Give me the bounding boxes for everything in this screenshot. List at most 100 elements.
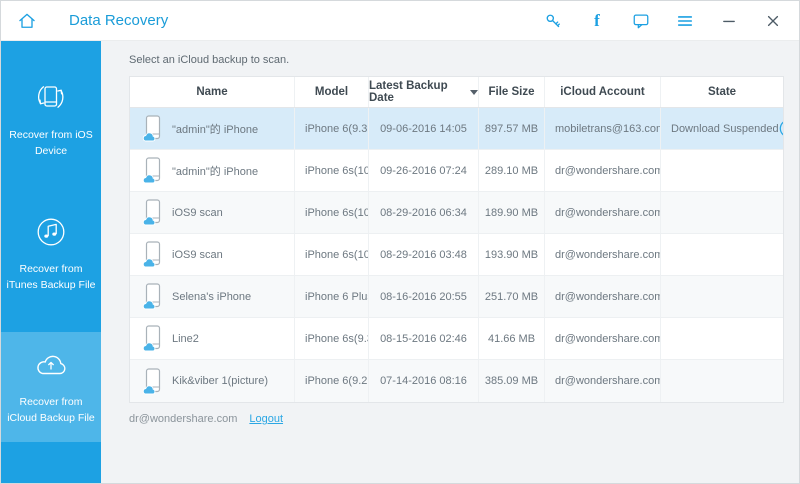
- logged-in-account: dr@wondershare.com: [129, 413, 238, 425]
- column-header-label: Model: [314, 86, 349, 98]
- state-text: Download Suspended: [671, 122, 779, 135]
- close-icon[interactable]: [763, 11, 783, 31]
- backup-table: Name Model Latest Backup Date File Size iClo…: [129, 76, 784, 403]
- model-cell: iPhone 6 Plus(...: [295, 276, 369, 317]
- date-cell: 08-29-2016 03:48: [369, 234, 479, 275]
- main-panel: Select an iCloud backup to scan. Name Mod…: [101, 41, 799, 483]
- date-cell: 08-15-2016 02:46: [369, 318, 479, 359]
- account-cell: dr@wondershare.com: [545, 192, 661, 233]
- model-cell: iPhone 6(9.2.1): [295, 360, 369, 402]
- backup-name: iOS9 scan: [172, 248, 223, 261]
- name-cell: Line2: [130, 318, 295, 359]
- home-icon[interactable]: [17, 11, 37, 31]
- backup-row[interactable]: Selena's iPhone iPhone 6 Plus(...08-16-20…: [130, 276, 783, 318]
- resume-download-icon[interactable]: [779, 119, 783, 138]
- model-cell: iPhone 6s(10.0): [295, 192, 369, 233]
- sidebar-item-label: Recover from iTunes Backup File: [6, 262, 96, 291]
- device-cloud-icon: [142, 241, 163, 268]
- instruction-text: Select an iCloud backup to scan.: [129, 54, 290, 66]
- device-cloud-icon: [142, 283, 163, 310]
- column-header-model[interactable]: Model: [295, 77, 369, 107]
- state-cell: [661, 192, 783, 233]
- page-title: Data Recovery: [69, 12, 169, 29]
- size-cell: 897.57 MB: [479, 108, 545, 149]
- backup-row[interactable]: "admin"的 iPhone iPhone 6s(10...09-26-2016…: [130, 150, 783, 192]
- backup-row[interactable]: iOS9 scan iPhone 6s(10.0)08-29-2016 03:48…: [130, 234, 783, 276]
- sidebar-item-recover-itunes-backup[interactable]: Recover from iTunes Backup File: [1, 199, 101, 309]
- date-cell: 08-29-2016 06:34: [369, 192, 479, 233]
- date-cell: 09-06-2016 14:05: [369, 108, 479, 149]
- backup-row[interactable]: iOS9 scan iPhone 6s(10.0)08-29-2016 06:34…: [130, 192, 783, 234]
- sidebar-item-recover-icloud-backup[interactable]: Recover from iCloud Backup File: [1, 332, 101, 442]
- name-cell: Selena's iPhone: [130, 276, 295, 317]
- size-cell: 41.66 MB: [479, 318, 545, 359]
- name-cell: Kik&viber 1(picture): [130, 360, 295, 402]
- key-icon[interactable]: [543, 11, 563, 31]
- feedback-icon[interactable]: [631, 11, 651, 31]
- device-cloud-icon: [142, 115, 163, 142]
- name-cell: iOS9 scan: [130, 234, 295, 275]
- sidebar-item-recover-ios-device[interactable]: Recover from iOS Device: [1, 65, 101, 175]
- minimize-icon[interactable]: [719, 11, 739, 31]
- date-cell: 09-26-2016 07:24: [369, 150, 479, 191]
- device-cloud-icon: [142, 199, 163, 226]
- device-cloud-icon: [142, 157, 163, 184]
- account-cell: dr@wondershare.com: [545, 234, 661, 275]
- sort-desc-icon: [470, 89, 478, 95]
- ios-device-recover-icon: [33, 80, 69, 116]
- sidebar: Recover from iOS Device Recover from iTu…: [1, 41, 101, 483]
- state-cell: [661, 318, 783, 359]
- column-header-latest-backup-date[interactable]: Latest Backup Date: [369, 77, 479, 107]
- backup-row[interactable]: "admin"的 iPhone iPhone 6(9.3.4)09-06-2016…: [130, 108, 783, 150]
- size-cell: 289.10 MB: [479, 150, 545, 191]
- backup-name: iOS9 scan: [172, 206, 223, 219]
- column-header-state[interactable]: State: [661, 77, 783, 107]
- table-header-row: Name Model Latest Backup Date File Size iClo…: [130, 77, 783, 108]
- column-header-name[interactable]: Name: [130, 77, 295, 107]
- app-window: Data Recovery f Recover from iOS Device …: [0, 0, 800, 484]
- state-cell: [661, 150, 783, 191]
- column-header-label: iCloud Account: [560, 86, 645, 98]
- device-cloud-icon: [142, 367, 163, 395]
- column-header-label: Name: [196, 86, 228, 98]
- column-header-label: File Size: [488, 86, 535, 98]
- icloud-backup-recover-icon: [33, 347, 69, 383]
- column-header-icloud-account[interactable]: iCloud Account: [545, 77, 661, 107]
- menu-icon[interactable]: [675, 11, 695, 31]
- account-cell: dr@wondershare.com: [545, 276, 661, 317]
- name-cell: "admin"的 iPhone: [130, 150, 295, 191]
- backup-name: Line2: [172, 332, 199, 345]
- size-cell: 385.09 MB: [479, 360, 545, 402]
- state-cell: [661, 276, 783, 317]
- account-cell: dr@wondershare.com: [545, 360, 661, 402]
- backup-name: Selena's iPhone: [172, 290, 252, 303]
- itunes-backup-recover-icon: [33, 214, 69, 250]
- date-cell: 07-14-2016 08:16: [369, 360, 479, 402]
- column-header-file-size[interactable]: File Size: [479, 77, 545, 107]
- size-cell: 189.90 MB: [479, 192, 545, 233]
- logout-link[interactable]: Logout: [249, 413, 283, 425]
- model-cell: iPhone 6s(9.3.1): [295, 318, 369, 359]
- sidebar-item-label: Recover from iOS Device: [9, 129, 93, 158]
- size-cell: 193.90 MB: [479, 234, 545, 275]
- name-cell: "admin"的 iPhone: [130, 108, 295, 149]
- model-cell: iPhone 6s(10.0): [295, 234, 369, 275]
- size-cell: 251.70 MB: [479, 276, 545, 317]
- backup-name: "admin"的 iPhone: [172, 123, 259, 136]
- state-cell: [661, 360, 783, 402]
- backup-name: "admin"的 iPhone: [172, 165, 259, 178]
- device-cloud-icon: [142, 325, 163, 352]
- state-cell: [661, 234, 783, 275]
- name-cell: iOS9 scan: [130, 192, 295, 233]
- column-header-label: Latest Backup Date: [369, 80, 448, 104]
- backup-row[interactable]: Line2 iPhone 6s(9.3.1)08-15-2016 02:4641.…: [130, 318, 783, 360]
- account-cell: dr@wondershare.com: [545, 318, 661, 359]
- state-cell: Download Suspended: [661, 108, 783, 149]
- date-cell: 08-16-2016 20:55: [369, 276, 479, 317]
- backup-row[interactable]: Kik&viber 1(picture) iPhone 6(9.2.1)07-14…: [130, 360, 783, 402]
- facebook-icon[interactable]: f: [587, 11, 607, 31]
- column-header-label: State: [707, 86, 737, 98]
- sidebar-item-label: Recover from iCloud Backup File: [7, 396, 95, 425]
- title-bar: Data Recovery f: [1, 1, 799, 41]
- table-body: "admin"的 iPhone iPhone 6(9.3.4)09-06-2016…: [130, 108, 783, 402]
